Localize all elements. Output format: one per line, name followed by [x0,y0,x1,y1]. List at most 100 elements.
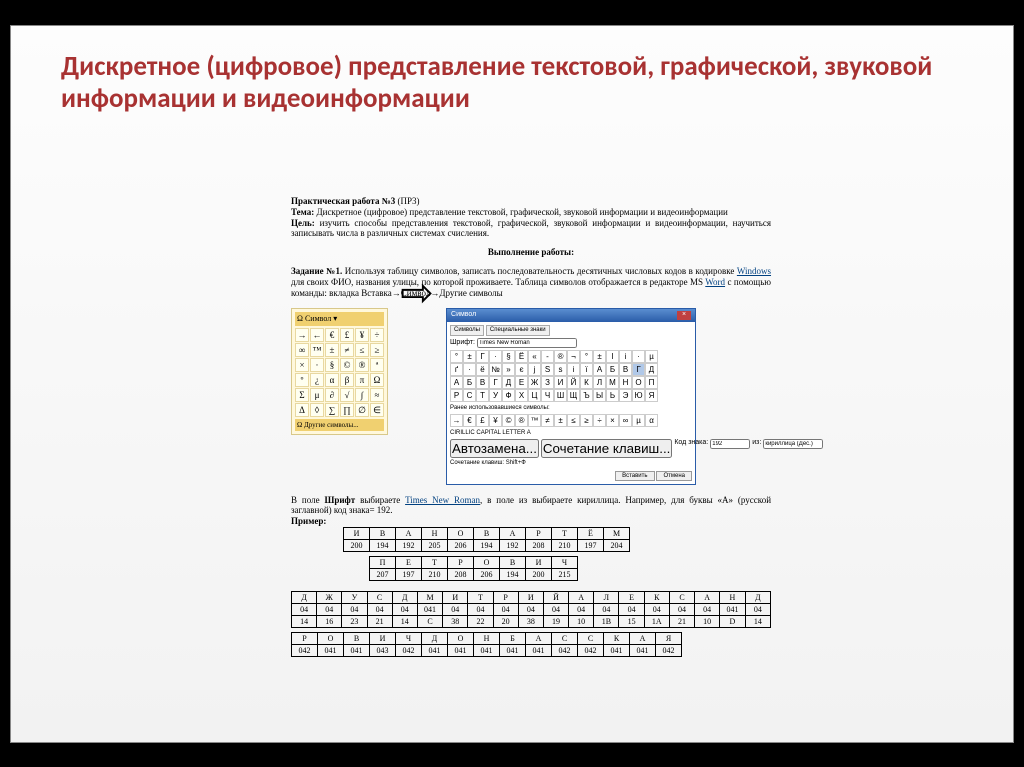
zadanie-text-2: для своих ФИО, названия улицы, по которо… [291,277,703,287]
code-cell: 23 [342,615,367,627]
recent-cell: ≤ [567,414,580,427]
code-cell: Н [422,527,448,539]
code-cell: 041 [526,644,552,656]
tnr-link: Times New Roman [405,495,480,505]
arrow-right-icon: ⇨ [400,273,434,313]
code-cell: Ё [578,527,604,539]
code-cell: 200 [526,568,552,580]
document-embed: Практическая работа №3 (ПР3) Тема: Дискр… [291,196,771,657]
code-cell: 206 [448,539,474,551]
symbol-cell: ∂ [325,388,339,402]
code-cell: В [370,527,396,539]
code-cell: О [448,527,474,539]
code-cell: 210 [552,539,578,551]
recent-cell: ® [515,414,528,427]
code-cell: Р [493,591,518,603]
code-cell: 041 [344,644,370,656]
code-cell: 194 [370,539,396,551]
code-cell: И [370,632,396,644]
symbol-cell: ¥ [355,328,369,342]
primer-label: Пример: [291,516,771,527]
code-cell: 041 [417,603,442,615]
char-cell: « [528,350,541,363]
char-cell: Ё [515,350,528,363]
recent-cell: α [645,414,658,427]
slide-title: Дискретное (цифровое) представление текс… [11,26,1013,116]
code-cell: 21 [367,615,392,627]
char-cell: Я [645,389,658,402]
char-cell: Ж [528,376,541,389]
char-cell: Ш [554,389,567,402]
recent-grid: →€£¥©®™≠±≤≥÷×∞µα [450,414,692,427]
code-cell: 38 [518,615,543,627]
code-cell: 21 [669,615,694,627]
from-select [763,439,823,449]
vypolnenie-heading: Выполнение работы: [291,247,771,258]
symbol-dialog: Символ × Символы Специальные знаки Шрифт… [446,308,696,484]
char-cell: Ѕ [541,363,554,376]
code-cell: 206 [474,568,500,580]
example-table-1: ИВАНОВАРТЁМ20019419220520619419220821019… [343,527,630,552]
symbol-cell: ∅ [355,403,369,417]
code-cell: 042 [396,644,422,656]
char-cell: П [645,376,658,389]
char-cell: є [515,363,528,376]
symbol-cell: ± [325,343,339,357]
symbol-cell: √ [340,388,354,402]
symbol-cell: ∞ [295,343,309,357]
code-cell: 043 [370,644,396,656]
char-cell: ° [580,350,593,363]
code-cell: 041 [500,644,526,656]
insert-button: Вставить [615,471,654,481]
code-cell: 042 [656,644,682,656]
code-cell: Д [292,591,317,603]
symbol-grid: →←€£¥÷∞™±≠≤≥×·§©®ªº¿αβπΩΣμ∂√∫≈Δ◊∑∏∅∈ [295,328,384,417]
code-cell: 208 [448,568,474,580]
char-cell: · [489,350,502,363]
code-cell: В [474,527,500,539]
recent-cell: ≠ [541,414,554,427]
char-cell: Ы [593,389,606,402]
from-label: из: [752,439,761,458]
char-cell: ° [450,350,463,363]
code-cell: А [630,632,656,644]
recent-cell: ≥ [580,414,593,427]
char-cell: ® [554,350,567,363]
char-name: CIRILLIC CAPITAL LETTER A [450,430,531,436]
symbol-cell: £ [340,328,354,342]
symbol-cell: Ω [370,373,384,387]
symbol-cell: π [355,373,369,387]
code-cell: 192 [396,539,422,551]
char-cell: ґ [450,363,463,376]
symbol-cell: → [295,328,309,342]
code-cell: 10 [695,615,720,627]
char-cell: К [580,376,593,389]
cel-label: Цель: [291,218,315,228]
recent-label: Ранее использовавшиеся символы: [450,405,550,411]
code-cell: 04 [644,603,669,615]
tema-text: Дискретное (цифровое) представление текс… [316,207,727,217]
code-cell: 042 [292,644,318,656]
char-cell: і [619,350,632,363]
code-cell: 38 [443,615,468,627]
p2a: В поле [291,495,320,505]
recent-cell: ™ [528,414,541,427]
code-label: Код знака: [674,439,708,458]
char-cell: Ц [528,389,541,402]
code-cell: Р [448,556,474,568]
symbol-cell: Σ [295,388,309,402]
char-cell: Е [515,376,528,389]
char-cell: С [463,389,476,402]
code-cell: 04 [745,603,770,615]
symbol-cell: ← [310,328,324,342]
symbol-cell: º [295,373,309,387]
symbol-cell: ≥ [370,343,384,357]
symbol-cell: ∫ [355,388,369,402]
font-label: Шрифт: [450,339,475,346]
code-cell: А [500,527,526,539]
code-cell: 04 [468,603,493,615]
char-cell: М [606,376,619,389]
code-cell: 04 [669,603,694,615]
code-cell: Д [745,591,770,603]
char-cell: Д [502,376,515,389]
